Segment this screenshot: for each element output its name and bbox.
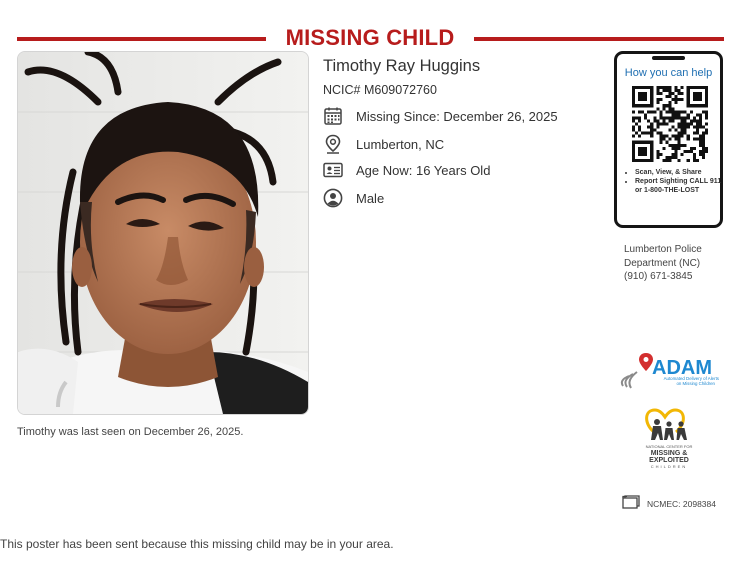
help-item-report: Report Sighting CALL 911 or 1-800-THE-LO… — [635, 177, 723, 195]
agency-name-line1: Lumberton Police — [624, 244, 702, 255]
location-row: Lumberton, NC — [323, 134, 444, 154]
case-folder-icon — [622, 494, 641, 514]
location-pin-icon — [323, 134, 343, 154]
qr-code[interactable] — [632, 86, 708, 167]
header-rule-left — [17, 37, 266, 41]
last-seen-caption: Timothy was last seen on December 26, 20… — [17, 426, 244, 438]
ncmec-line4: CHILDREN — [651, 464, 687, 469]
missing-since-text: Missing Since: December 26, 2025 — [356, 108, 558, 124]
ncmec-line3: EXPLOITED — [649, 457, 689, 464]
agency-phone: (910) 671-3845 — [624, 271, 693, 282]
adam-tagline-2: on Missing Children — [676, 381, 715, 386]
sex-text: Male — [356, 190, 385, 206]
age-row: Age Now: 16 Years Old — [323, 160, 490, 180]
child-name: Timothy Ray Huggins — [323, 57, 481, 75]
missing-since-row: Missing Since: December 26, 2025 — [323, 106, 558, 126]
poster-title: MISSING CHILD — [285, 25, 455, 50]
poster-footer-note: This poster has been sent because this m… — [0, 537, 394, 551]
help-heading: How you can help — [624, 67, 713, 79]
sex-row: Male — [323, 188, 384, 208]
ncmec-case-number: NCMEC: 2098384 — [647, 499, 716, 509]
ncmec-case-row: NCMEC: 2098384 — [622, 494, 716, 514]
help-list: Scan, View, & Share Report Sighting CALL… — [621, 168, 723, 195]
header-rule-right — [474, 37, 724, 41]
ncic-number: NCIC# M609072760 — [323, 83, 437, 97]
location-text: Lumberton, NC — [356, 136, 445, 152]
help-item-scan: Scan, View, & Share — [635, 168, 723, 177]
ncmec-logo: NATIONAL CENTER FOR MISSING & EXPLOITED … — [636, 408, 702, 479]
agency-contact: Lumberton Police Department (NC) (910) 6… — [624, 243, 702, 284]
phone-help-card: How you can help Scan, View, & Share Rep… — [614, 51, 723, 228]
ncmec-line1: NATIONAL CENTER FOR — [646, 444, 693, 449]
agency-name-line2: Department (NC) — [624, 257, 701, 269]
calendar-icon — [323, 106, 343, 126]
age-now-text: Age Now: 16 Years Old — [356, 162, 491, 178]
ncmec-line2: MISSING & — [651, 450, 688, 457]
adam-logo: ADAM Automated Delivery of Alerts on Mis… — [615, 350, 725, 397]
id-card-icon — [323, 160, 343, 180]
person-icon — [323, 188, 343, 208]
phone-notch — [652, 56, 685, 60]
child-photo — [17, 51, 309, 415]
